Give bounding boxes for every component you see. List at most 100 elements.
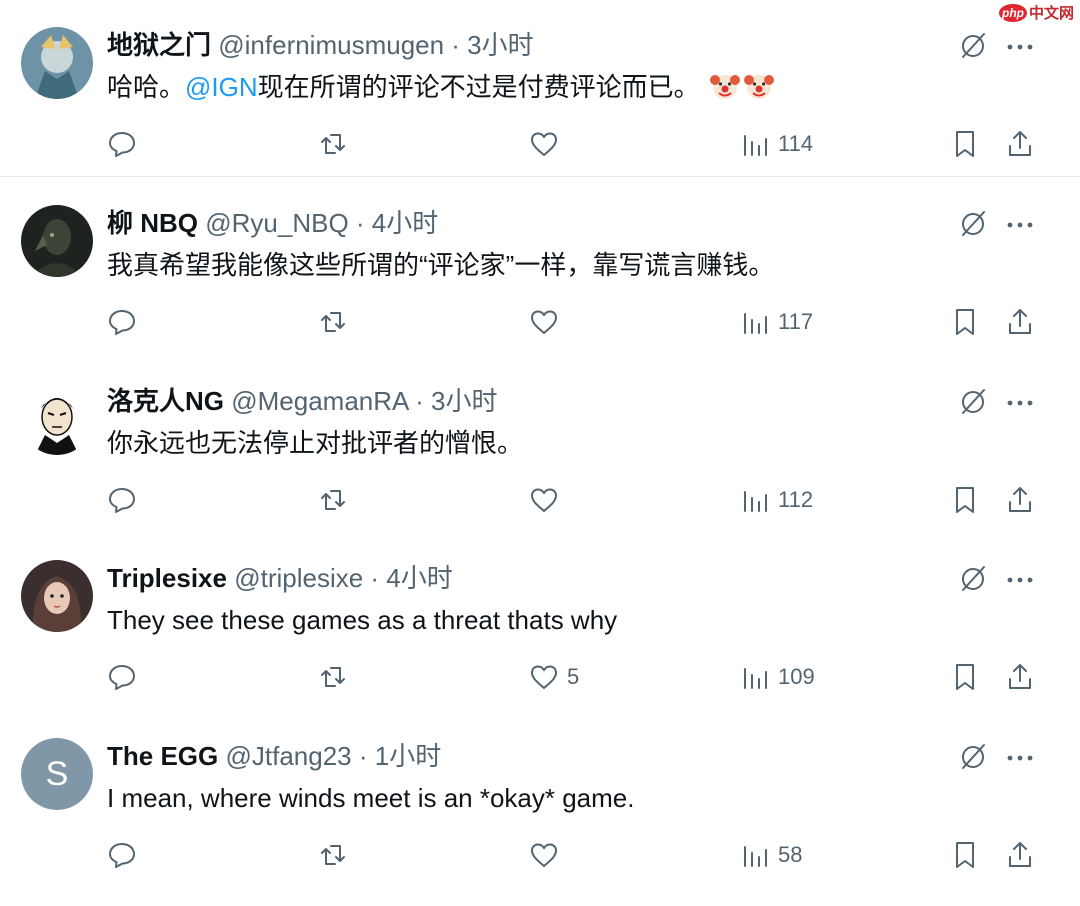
handle-time[interactable]: @Jtfang23 · 1小时 [225, 741, 441, 771]
handle-time[interactable]: @infernimusmugen · 3小时 [218, 30, 533, 60]
reply-button[interactable] [107, 304, 137, 340]
avatar[interactable] [21, 27, 93, 99]
tweet: 柳 NBQ @Ryu_NBQ · 4小时 我真希望我能像这些所谓的“评论家”一样… [0, 178, 1080, 355]
tweet-text: They see these games as a threat thats w… [107, 605, 618, 635]
reply-icon [109, 132, 135, 157]
reply-icon [109, 843, 135, 868]
display-name[interactable]: The EGG [107, 741, 218, 771]
heart-icon [531, 488, 557, 512]
views-chart-icon [744, 313, 767, 334]
share-icon [1009, 131, 1031, 156]
like-button[interactable]: 5 [529, 659, 579, 695]
handle-time[interactable]: @MegamanRA · 3小时 [231, 386, 497, 416]
bookmark-icon [956, 842, 974, 868]
share-button[interactable] [1005, 304, 1035, 340]
retweet-button[interactable] [318, 304, 348, 340]
more-options-icon[interactable] [1003, 208, 1037, 242]
avatar[interactable] [21, 560, 93, 632]
tweet-header: 地狱之门 @infernimusmugen · 3小时 [107, 28, 534, 62]
bookmark-button[interactable] [950, 837, 980, 873]
share-icon [1009, 487, 1031, 512]
heart-icon [531, 665, 557, 689]
share-button[interactable] [1005, 659, 1035, 695]
tweet-text: 哈哈。@IGN现在所谓的评论不过是付费评论而已。 [107, 70, 775, 110]
views-button[interactable]: 117 [740, 304, 813, 340]
like-button[interactable] [529, 837, 567, 873]
retweet-button[interactable] [318, 126, 348, 162]
view-count: 58 [778, 842, 803, 867]
tweet: 地狱之门 @infernimusmugen · 3小时 哈哈。@IGN现在所谓的… [0, 0, 1080, 177]
views-chart-icon [744, 491, 767, 512]
handle-time[interactable]: @Ryu_NBQ · 4小时 [205, 208, 438, 238]
like-button[interactable] [529, 482, 567, 518]
more-options-icon[interactable] [1003, 30, 1037, 64]
bookmark-icon [956, 487, 974, 513]
bookmark-icon [956, 664, 974, 690]
display-name[interactable]: 柳 NBQ [107, 208, 198, 238]
views-button[interactable]: 112 [740, 482, 813, 518]
reply-button[interactable] [107, 837, 137, 873]
heart-icon [531, 843, 557, 867]
grok-icon[interactable] [955, 206, 991, 242]
display-name[interactable]: 洛克人NG [107, 386, 224, 416]
more-options-icon[interactable] [1003, 386, 1037, 420]
like-button[interactable] [529, 126, 567, 162]
reply-button[interactable] [107, 482, 137, 518]
bookmark-icon [956, 309, 974, 335]
grok-icon[interactable] [955, 28, 991, 64]
share-button[interactable] [1005, 126, 1035, 162]
reply-icon [109, 488, 135, 513]
handle-time[interactable]: @triplesixe · 4小时 [234, 563, 453, 593]
clown-face-icon [709, 70, 741, 110]
reply-button[interactable] [107, 659, 137, 695]
avatar[interactable] [21, 383, 93, 455]
tweet-text: 我真希望我能像这些所谓的“评论家”一样，靠写谎言赚钱。 [107, 250, 775, 280]
reply-button[interactable] [107, 126, 137, 162]
view-count: 112 [778, 487, 814, 512]
bookmark-button[interactable] [950, 659, 980, 695]
views-button[interactable]: 114 [740, 126, 813, 162]
tweet: S The EGG @Jtfang23 · 1小时 I mean, where … [0, 711, 1080, 888]
tweet-header: 柳 NBQ @Ryu_NBQ · 4小时 [107, 206, 438, 240]
display-name[interactable]: Triplesixe [107, 563, 227, 593]
tweet: Triplesixe @triplesixe · 4小时 They see th… [0, 533, 1080, 710]
clown-face-icon [743, 70, 775, 110]
share-button[interactable] [1005, 837, 1035, 873]
share-icon [1009, 664, 1031, 689]
retweet-button[interactable] [318, 837, 348, 873]
view-count: 114 [778, 131, 814, 156]
views-button[interactable]: 58 [740, 837, 802, 873]
bookmark-button[interactable] [950, 304, 980, 340]
avatar[interactable] [21, 205, 93, 277]
share-icon [1009, 842, 1031, 867]
avatar-image [21, 205, 93, 277]
more-options-icon[interactable] [1003, 741, 1037, 775]
display-name[interactable]: 地狱之门 [107, 30, 211, 60]
views-button[interactable]: 109 [740, 659, 815, 695]
heart-icon [531, 132, 557, 156]
reply-feed: 地狱之门 @infernimusmugen · 3小时 哈哈。@IGN现在所谓的… [0, 0, 1080, 868]
avatar[interactable]: S [21, 738, 93, 810]
avatar-image [21, 383, 93, 455]
retweet-button[interactable] [318, 659, 348, 695]
retweet-icon [321, 845, 345, 865]
grok-icon[interactable] [955, 561, 991, 597]
retweet-icon [321, 490, 345, 510]
avatar-image [21, 27, 93, 99]
like-button[interactable] [529, 304, 567, 340]
avatar-image [21, 560, 93, 632]
share-button[interactable] [1005, 482, 1035, 518]
bookmark-button[interactable] [950, 482, 980, 518]
text-part: 哈哈。 [107, 72, 186, 102]
retweet-button[interactable] [318, 482, 348, 518]
mention-link[interactable]: @IGN [185, 72, 258, 102]
reply-icon [109, 310, 135, 335]
view-count: 117 [778, 309, 814, 334]
grok-icon[interactable] [955, 739, 991, 775]
retweet-icon [321, 667, 345, 687]
grok-icon[interactable] [955, 384, 991, 420]
share-icon [1009, 309, 1031, 334]
bookmark-button[interactable] [950, 126, 980, 162]
more-options-icon[interactable] [1003, 563, 1037, 597]
retweet-icon [321, 312, 345, 332]
